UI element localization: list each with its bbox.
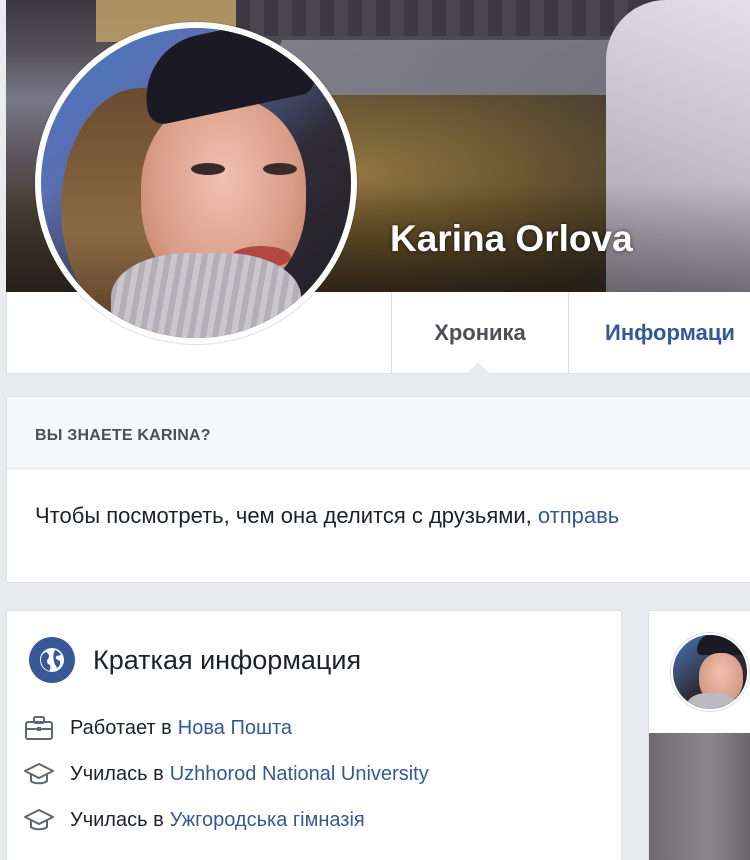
cover-steps-shape xyxy=(236,0,636,36)
tab-info[interactable]: Информаци xyxy=(569,292,750,373)
university-link[interactable]: Uzhhorod National University xyxy=(170,763,429,786)
do-you-know-heading: ВЫ ЗНАЕТЕ KARINA? xyxy=(7,397,750,469)
tab-chronicle[interactable]: Хроника xyxy=(391,292,569,373)
intro-title: Краткая информация xyxy=(93,644,362,675)
do-you-know-card: ВЫ ЗНАЕТЕ KARINA? Чтобы посмотреть, чем … xyxy=(6,396,750,583)
intro-row-prefix: Училась в xyxy=(70,762,164,785)
briefcase-icon xyxy=(22,714,56,742)
avatar-scarf-shape xyxy=(687,693,737,709)
avatar-photo xyxy=(41,28,351,338)
graduation-cap-icon xyxy=(22,806,56,834)
send-request-link[interactable]: отправь xyxy=(538,503,619,528)
employer-link[interactable]: Нова Пошта xyxy=(178,717,292,740)
profile-name[interactable]: Karina Orlova xyxy=(390,218,633,260)
school-link[interactable]: Ужгородська гімназія xyxy=(170,809,365,832)
avatar-eye-shape xyxy=(263,163,297,175)
do-you-know-text: Чтобы посмотреть, чем она делится с друз… xyxy=(7,469,750,529)
avatar-eye-shape xyxy=(191,163,225,175)
avatar-scarf-shape xyxy=(111,253,301,338)
profile-avatar[interactable] xyxy=(35,22,357,344)
active-tab-caret xyxy=(466,362,490,374)
intro-row-prefix: Училась в xyxy=(70,808,164,831)
intro-row-prefix: Работает в xyxy=(70,716,172,739)
side-post-card xyxy=(648,610,750,860)
intro-header: Краткая информация xyxy=(29,637,361,683)
do-you-know-message: Чтобы посмотреть, чем она делится с друз… xyxy=(35,503,532,528)
intro-row-education: Училась в Ужгородська гімназія xyxy=(22,806,365,834)
post-author-avatar[interactable] xyxy=(671,633,749,711)
intro-row-education: Училась в Uzhhorod National University xyxy=(22,760,429,788)
graduation-cap-icon xyxy=(22,760,56,788)
intro-row-work: Работает в Нова Пошта xyxy=(22,714,292,742)
avatar-cap-shape xyxy=(697,635,747,655)
post-photo[interactable] xyxy=(649,733,750,860)
globe-icon xyxy=(29,637,75,683)
